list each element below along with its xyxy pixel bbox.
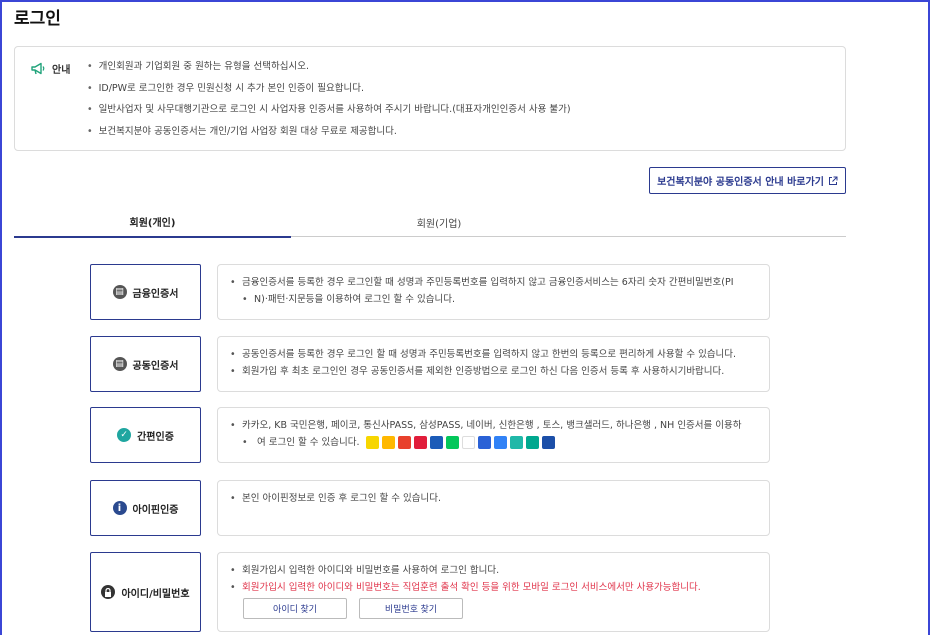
auth-provider-logo bbox=[381, 436, 395, 449]
auth-provider-logo bbox=[429, 436, 443, 449]
notice-header: 안내 bbox=[31, 61, 70, 76]
auth-provider-logo bbox=[477, 436, 491, 449]
auth-provider-logos bbox=[365, 436, 555, 449]
joint-certificate-button[interactable]: ▤ 공동인증서 bbox=[90, 336, 201, 392]
method-description: 공동인증서를 등록한 경우 로그인 할 때 성명과 주민등록번호를 입력하지 않… bbox=[217, 336, 770, 392]
auth-provider-logo bbox=[397, 436, 411, 449]
notice-label: 안내 bbox=[52, 65, 71, 76]
method-label: 아이디/비밀번호 bbox=[121, 588, 190, 600]
id-password-login-button[interactable]: 아이디/비밀번호 bbox=[90, 552, 201, 632]
certificate-icon: ▤ bbox=[112, 357, 127, 371]
auth-provider-logo bbox=[525, 436, 539, 449]
method-description: 금융인증서를 등록한 경우 로그인할 때 성명과 주민등록번호를 입력하지 않고… bbox=[217, 264, 770, 320]
login-method-row: 아이디/비밀번호 회원가입시 입력한 아이디와 비밀번호를 사용하여 로그인 합… bbox=[90, 552, 770, 632]
description-line: 금융인증서를 등록한 경우 로그인할 때 성명과 주민등록번호를 입력하지 않고… bbox=[230, 274, 757, 291]
login-method-row: i 아이핀인증 본인 아이핀정보로 인증 후 로그인 할 수 있습니다. bbox=[90, 480, 770, 536]
auth-provider-logo bbox=[461, 436, 475, 449]
public-certificate-guide-label: 보건복지분야 공동인증서 안내 바로가기 bbox=[657, 177, 824, 188]
method-label: 공동인증서 bbox=[132, 360, 179, 372]
login-method-row: ✓ 간편인증 카카오, KB 국민은행, 페이코, 통신사PASS, 삼성PAS… bbox=[90, 407, 770, 463]
lock-icon bbox=[101, 585, 116, 599]
warning-line: 회원가입시 입력한 아이디와 비밀번호는 직업훈련 출석 확인 등을 위한 모바… bbox=[230, 579, 757, 596]
notice-item: ID/PW로 로그인한 경우 민원신청 시 추가 본인 인증이 필요합니다. bbox=[87, 82, 571, 104]
auth-provider-logo bbox=[365, 436, 379, 449]
method-label: 금융인증서 bbox=[132, 288, 179, 300]
notice-list: 개인회원과 기업회원 중 원하는 유형을 선택하십시오. ID/PW로 로그인한… bbox=[87, 60, 571, 146]
ipin-auth-button[interactable]: i 아이핀인증 bbox=[90, 480, 201, 536]
page-title: 로그인 bbox=[14, 9, 61, 29]
certificate-icon: ▤ bbox=[112, 285, 127, 299]
member-type-tabs: 회원(개인) 회원(기업) bbox=[14, 207, 846, 238]
auth-provider-logo bbox=[509, 436, 523, 449]
notice-item: 보건복지분야 공동인증서는 개인/기업 사업장 회원 대상 무료로 제공합니다. bbox=[87, 125, 571, 147]
method-description: 본인 아이핀정보로 인증 후 로그인 할 수 있습니다. bbox=[217, 480, 770, 536]
notice-box: 안내 개인회원과 기업회원 중 원하는 유형을 선택하십시오. ID/PW로 로… bbox=[14, 46, 846, 151]
description-line: 카카오, KB 국민은행, 페이코, 통신사PASS, 삼성PASS, 네이버,… bbox=[230, 417, 757, 434]
description-line-with-logos: 여 로그인 할 수 있습니다. bbox=[230, 434, 757, 451]
info-icon: i bbox=[112, 501, 127, 515]
find-password-button[interactable]: 비밀번호 찾기 bbox=[359, 598, 463, 619]
external-link-icon bbox=[828, 176, 838, 185]
notice-item: 일반사업자 및 사무대행기관으로 로그인 시 사업자용 인증서를 사용하여 주시… bbox=[87, 103, 571, 125]
tab-corporate[interactable]: 회원(기업) bbox=[291, 207, 587, 237]
description-line: 여 로그인 할 수 있습니다. bbox=[257, 437, 360, 448]
auth-provider-logo bbox=[445, 436, 459, 449]
auth-provider-logo bbox=[541, 436, 555, 449]
description-line: 회원가입 후 최초 로그인인 경우 공동인증서를 제외한 인증방법으로 로그인 … bbox=[230, 363, 757, 380]
shield-check-icon: ✓ bbox=[117, 428, 132, 442]
find-id-button[interactable]: 아이디 찾기 bbox=[243, 598, 347, 619]
description-line: 회원가입시 입력한 아이디와 비밀번호를 사용하여 로그인 합니다. bbox=[230, 562, 757, 579]
description-line: N)·패턴·지문등을 이용하여 로그인 할 수 있습니다. bbox=[230, 291, 757, 308]
megaphone-icon bbox=[31, 62, 45, 75]
method-label: 간편인증 bbox=[137, 431, 174, 443]
account-recovery-buttons: 아이디 찾기 비밀번호 찾기 bbox=[243, 598, 757, 619]
auth-provider-logo bbox=[493, 436, 507, 449]
description-line: 공동인증서를 등록한 경우 로그인 할 때 성명과 주민등록번호를 입력하지 않… bbox=[230, 346, 757, 363]
method-description: 카카오, KB 국민은행, 페이코, 통신사PASS, 삼성PASS, 네이버,… bbox=[217, 407, 770, 463]
login-method-row: ▤ 공동인증서 공동인증서를 등록한 경우 로그인 할 때 성명과 주민등록번호… bbox=[90, 336, 770, 392]
simple-auth-button[interactable]: ✓ 간편인증 bbox=[90, 407, 201, 463]
financial-certificate-button[interactable]: ▤ 금융인증서 bbox=[90, 264, 201, 320]
notice-item: 개인회원과 기업회원 중 원하는 유형을 선택하십시오. bbox=[87, 60, 571, 82]
public-certificate-guide-button[interactable]: 보건복지분야 공동인증서 안내 바로가기 bbox=[649, 167, 846, 194]
description-line: 본인 아이핀정보로 인증 후 로그인 할 수 있습니다. bbox=[230, 490, 757, 507]
auth-provider-logo bbox=[413, 436, 427, 449]
method-description: 회원가입시 입력한 아이디와 비밀번호를 사용하여 로그인 합니다. 회원가입시… bbox=[217, 552, 770, 632]
tab-individual[interactable]: 회원(개인) bbox=[14, 207, 291, 238]
login-method-row: ▤ 금융인증서 금융인증서를 등록한 경우 로그인할 때 성명과 주민등록번호를… bbox=[90, 264, 770, 320]
method-label: 아이핀인증 bbox=[132, 504, 179, 516]
